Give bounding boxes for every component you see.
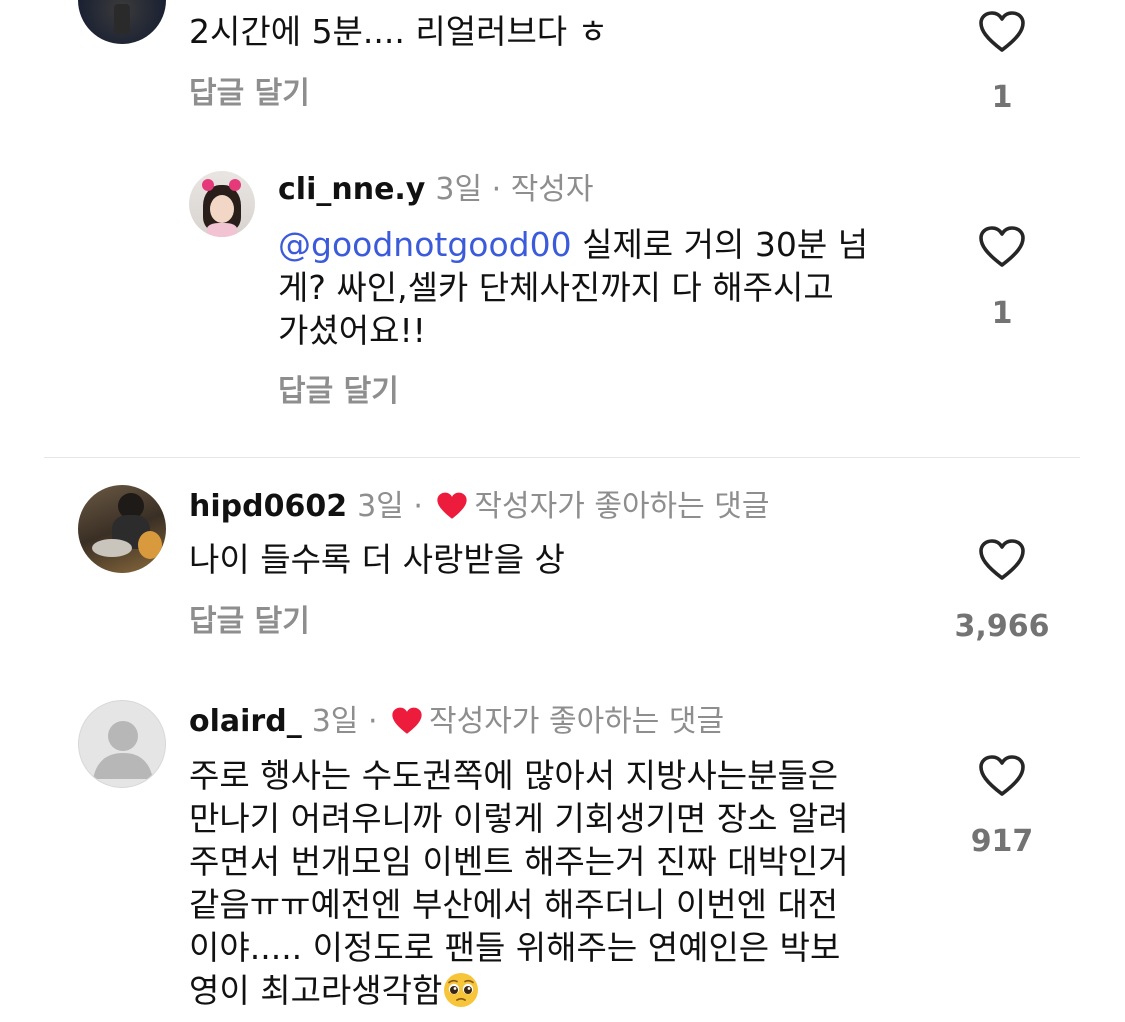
mention-link[interactable]: @goodnotgood00 [278, 225, 572, 264]
timestamp: 3일 [311, 704, 359, 739]
comment-text-line: 만나기 어려우니까 이렇게 기회생기면 장소 알려 [189, 799, 849, 838]
heart-filled-icon [436, 492, 468, 529]
heart-filled-icon [391, 707, 423, 744]
like-count: 1 [991, 80, 1013, 115]
timestamp: 3일 [357, 489, 404, 524]
comment-meta: hipd0602 3일 · 작성자가 좋아하는 댓글 [189, 489, 770, 529]
like-count: 3,966 [954, 609, 1050, 644]
username[interactable]: cli_nne.y [278, 172, 425, 207]
heart-outline-icon[interactable] [978, 225, 1026, 269]
heart-outline-icon[interactable] [978, 10, 1026, 54]
comment-text: 나이 들수록 더 사랑받을 상 [189, 540, 565, 579]
author-badge: 작성자 [510, 172, 594, 207]
comment-text: @goodnotgood00 실제로 거의 30분 넘 게? 싸인,셀카 단체사… [278, 223, 958, 352]
heart-outline-icon[interactable] [978, 754, 1026, 798]
reply-button[interactable]: 답글 달기 [278, 374, 399, 410]
comment-text: 주로 행사는 수도권쪽에 많아서 지방사는분들은 만나기 어려우니까 이렇게 기… [189, 754, 949, 1012]
comment-text-line-last: 영이 최고라생각함 [189, 969, 949, 1012]
avatar[interactable] [78, 0, 166, 44]
like-count: 1 [991, 296, 1013, 331]
separator: · [491, 172, 502, 207]
comment-text-line: 영이 최고라생각함 [189, 971, 443, 1010]
reply-button[interactable]: 답글 달기 [189, 76, 310, 112]
comment-text-line: 주면서 번개모임 이벤트 해주는거 진짜 대박인거 [189, 842, 849, 881]
comment-text-line: 같음ㅠㅠ예전엔 부산에서 해주더니 이번엔 대전 [189, 885, 839, 924]
comment-text-line: 이야..... 이정도로 팬들 위해주는 연예인은 박보 [189, 928, 841, 967]
avatar[interactable] [78, 700, 166, 788]
separator: · [367, 704, 378, 739]
timestamp: 3일 [435, 172, 483, 207]
like-count: 917 [970, 824, 1034, 859]
default-avatar-icon [93, 721, 153, 779]
separator: · [413, 489, 423, 524]
comment-text: 2시간에 5분.... 리얼러브다 ㅎ [189, 12, 609, 51]
username[interactable]: olaird_ [189, 704, 302, 739]
pleading-face-emoji [442, 971, 480, 1009]
heart-outline-icon[interactable] [978, 538, 1026, 582]
comment-text-line: 게? 싸인,셀카 단체사진까지 다 해주시고 [278, 268, 834, 307]
username[interactable]: hipd0602 [189, 489, 347, 524]
avatar[interactable] [189, 171, 255, 237]
creator-liked-label: 작성자가 좋아하는 댓글 [474, 489, 770, 524]
divider [44, 457, 1080, 458]
creator-liked-label: 작성자가 좋아하는 댓글 [429, 704, 725, 739]
comment-meta: olaird_ 3일 · 작성자가 좋아하는 댓글 [189, 704, 724, 744]
comment-text-line: 주로 행사는 수도권쪽에 많아서 지방사는분들은 [189, 756, 839, 795]
avatar[interactable] [78, 485, 166, 573]
comment-meta: cli_nne.y 3일 · 작성자 [278, 172, 594, 208]
comment-text-line: 실제로 거의 30분 넘 [571, 225, 869, 264]
reply-button[interactable]: 답글 달기 [189, 604, 310, 640]
comment-text-line: 가셨어요!! [278, 311, 426, 350]
